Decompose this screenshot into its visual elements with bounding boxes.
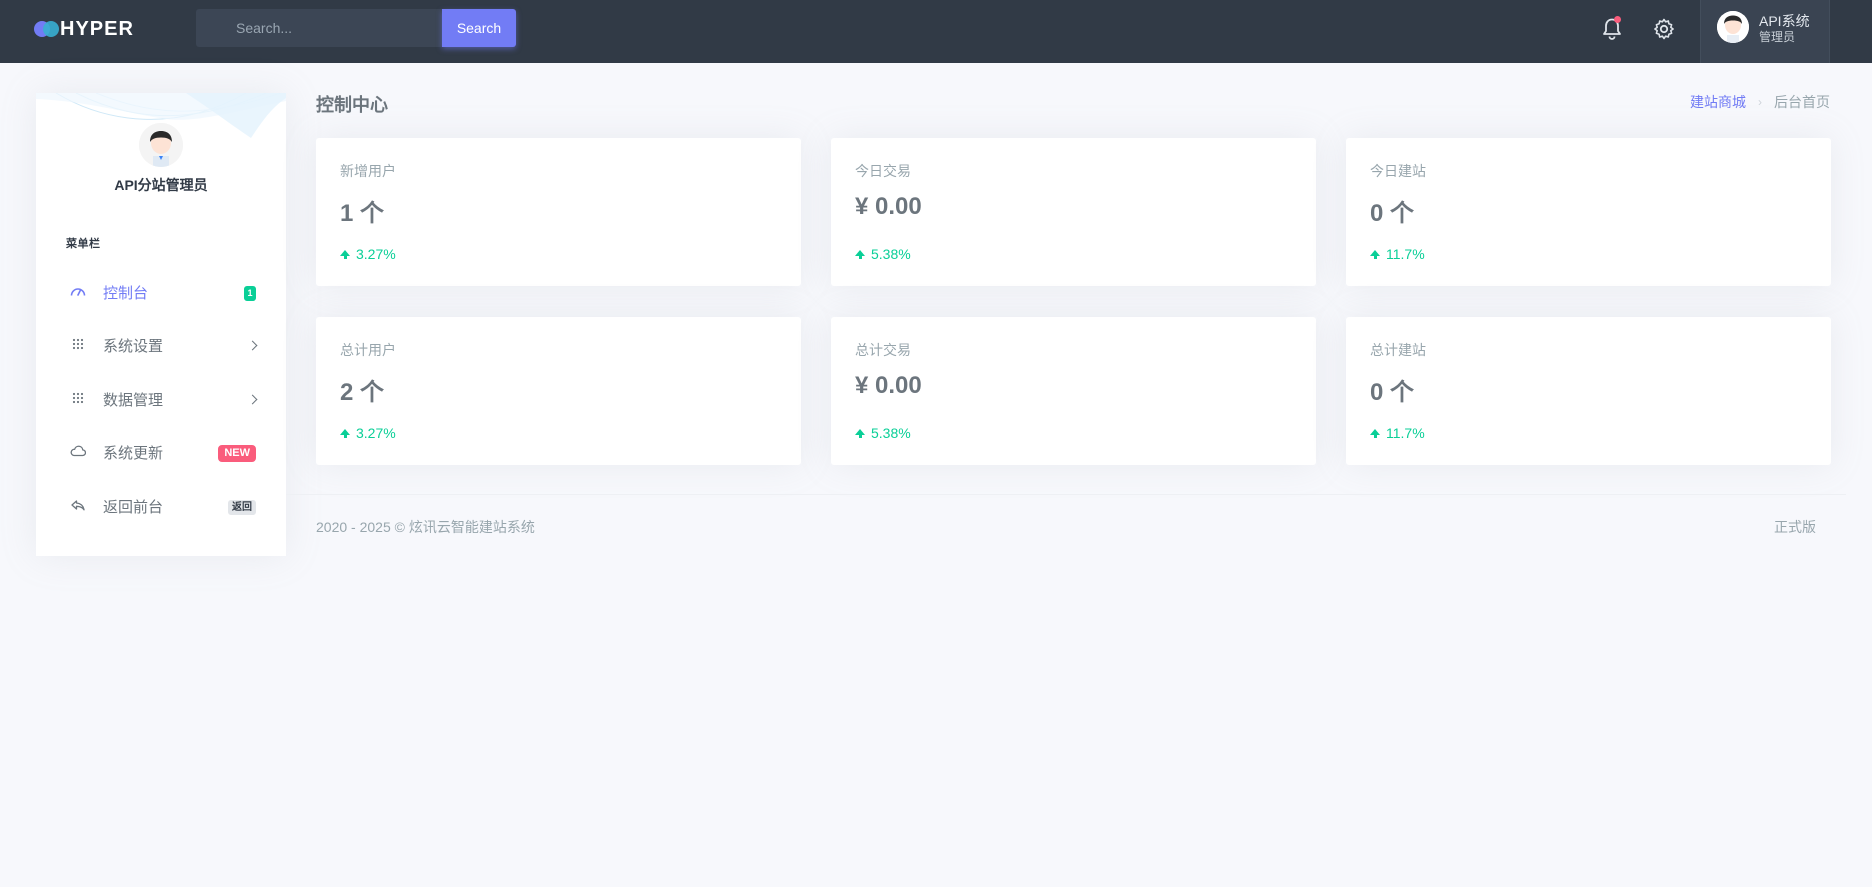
brand-logo[interactable]: HYPER bbox=[34, 17, 134, 41]
footer: 2020 - 2025 © 炫讯云智能建站系统 正式版 bbox=[286, 494, 1846, 554]
brand-name: HYPER bbox=[60, 17, 134, 40]
arrow-up-icon bbox=[340, 429, 350, 438]
user-avatar bbox=[1717, 11, 1749, 43]
breadcrumb-link-store[interactable]: 建站商城 bbox=[1690, 92, 1746, 112]
stat-trend: 3.27% bbox=[340, 425, 396, 441]
arrow-up-icon bbox=[1370, 250, 1380, 259]
stat-trend: 5.38% bbox=[855, 246, 911, 262]
dashboard-icon bbox=[70, 283, 86, 299]
arrow-up-icon bbox=[340, 250, 350, 259]
chevron-right-icon bbox=[247, 390, 258, 408]
stat-trend-value: 5.38% bbox=[871, 425, 911, 441]
breadcrumb-current: 后台首页 bbox=[1774, 94, 1830, 110]
sidebar-item-back-to-frontend[interactable]: 返回前台 返回 bbox=[36, 485, 286, 525]
grid-icon bbox=[70, 336, 86, 352]
sidebar: API分站管理员 菜单栏 控制台 1 系统设置 数据管理 系统更新 NEW 返回… bbox=[36, 93, 286, 556]
stat-value: 0 个 bbox=[1370, 200, 1415, 227]
stat-trend-value: 11.7% bbox=[1386, 425, 1425, 441]
stat-trend: 11.7% bbox=[1370, 246, 1425, 262]
stat-label: 新增用户 bbox=[340, 163, 396, 179]
sidebar-item-data-management[interactable]: 数据管理 bbox=[36, 378, 286, 418]
stat-card-total-transactions: 总计交易 ¥ 0.00 5.38% bbox=[831, 317, 1316, 465]
sidebar-item-dashboard[interactable]: 控制台 1 bbox=[36, 271, 286, 311]
stat-trend: 3.27% bbox=[340, 246, 396, 262]
stat-value: 1 个 bbox=[340, 200, 385, 227]
stat-label: 今日交易 bbox=[855, 163, 911, 179]
cloud-icon bbox=[70, 443, 86, 459]
menu-title: 菜单栏 bbox=[66, 238, 101, 250]
stat-label: 今日建站 bbox=[1370, 163, 1426, 179]
stat-label: 总计交易 bbox=[855, 342, 911, 358]
search-input[interactable] bbox=[196, 9, 442, 47]
logo-mark-icon bbox=[34, 20, 60, 38]
stat-value: 2 个 bbox=[340, 379, 385, 406]
notification-dot bbox=[1614, 16, 1621, 23]
stat-value: ¥ 0.00 bbox=[855, 193, 922, 220]
sidebar-item-label: 系统更新 bbox=[103, 445, 164, 462]
sidebar-item-label: 数据管理 bbox=[103, 392, 164, 409]
user-menu[interactable]: API系统 管理员 bbox=[1700, 0, 1830, 63]
count-badge: 1 bbox=[244, 286, 256, 301]
chevron-right-icon bbox=[247, 336, 258, 354]
back-badge: 返回 bbox=[228, 500, 256, 515]
stat-trend-value: 5.38% bbox=[871, 246, 911, 262]
breadcrumb: 建站商城 › 后台首页 bbox=[1690, 92, 1830, 112]
sidebar-item-system-update[interactable]: 系统更新 NEW bbox=[36, 431, 286, 471]
arrow-up-icon bbox=[855, 250, 865, 259]
search-button[interactable]: Search bbox=[442, 9, 516, 47]
page-title: 控制中心 bbox=[316, 95, 388, 115]
notification-bell-icon[interactable] bbox=[1598, 15, 1626, 43]
sidebar-item-label: 系统设置 bbox=[103, 338, 164, 355]
new-badge: NEW bbox=[218, 445, 256, 462]
settings-gear-icon[interactable] bbox=[1650, 15, 1678, 43]
sidebar-item-label: 控制台 bbox=[103, 285, 149, 302]
stat-trend-value: 11.7% bbox=[1386, 246, 1425, 262]
stat-card-new-users: 新增用户 1 个 3.27% bbox=[316, 138, 801, 286]
stat-trend: 5.38% bbox=[855, 425, 911, 441]
user-role: 管理员 bbox=[1759, 30, 1796, 44]
footer-edition: 正式版 bbox=[1774, 519, 1816, 535]
profile-name: API分站管理员 bbox=[114, 177, 208, 193]
topbar: HYPER Search API系统 管理员 bbox=[0, 0, 1872, 63]
search-form: Search bbox=[196, 9, 516, 47]
arrow-up-icon bbox=[855, 429, 865, 438]
stat-trend: 11.7% bbox=[1370, 425, 1425, 441]
breadcrumb-separator-icon: › bbox=[1758, 95, 1762, 109]
stat-card-today-transactions: 今日交易 ¥ 0.00 5.38% bbox=[831, 138, 1316, 286]
reply-icon bbox=[70, 497, 86, 513]
stat-card-total-users: 总计用户 2 个 3.27% bbox=[316, 317, 801, 465]
stat-label: 总计用户 bbox=[340, 342, 396, 358]
stat-card-total-sites: 总计建站 0 个 11.7% bbox=[1346, 317, 1831, 465]
sidebar-item-label: 返回前台 bbox=[103, 499, 164, 516]
profile-avatar bbox=[139, 123, 183, 167]
stat-trend-value: 3.27% bbox=[356, 246, 396, 262]
stat-value: ¥ 0.00 bbox=[855, 372, 922, 399]
footer-copyright: 2020 - 2025 © 炫讯云智能建站系统 bbox=[316, 519, 535, 535]
grid-icon bbox=[70, 390, 86, 406]
stat-label: 总计建站 bbox=[1370, 342, 1426, 358]
sidebar-item-system-settings[interactable]: 系统设置 bbox=[36, 324, 286, 364]
stat-value: 0 个 bbox=[1370, 379, 1415, 406]
stat-card-today-sites: 今日建站 0 个 11.7% bbox=[1346, 138, 1831, 286]
arrow-up-icon bbox=[1370, 429, 1380, 438]
stat-trend-value: 3.27% bbox=[356, 425, 396, 441]
